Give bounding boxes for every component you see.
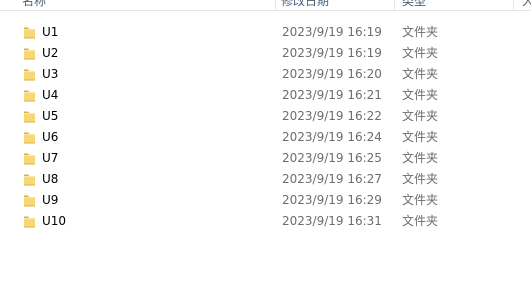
- folder-type: 文件夹: [402, 67, 439, 81]
- folder-date-modified: 2023/9/19 16:19: [282, 46, 382, 60]
- folder-name: U4: [42, 88, 59, 102]
- folder-type: 文件夹: [402, 130, 439, 144]
- folder-date-modified: 2023/9/19 16:25: [282, 151, 382, 165]
- column-divider[interactable]: [275, 0, 276, 10]
- folder-type: 文件夹: [402, 109, 439, 123]
- folder-row[interactable]: U2 2023/9/19 16:19 文件夹: [0, 43, 531, 64]
- folder-row[interactable]: U1 2023/9/19 16:19 文件夹: [0, 22, 531, 43]
- folder-icon: [23, 109, 37, 124]
- column-divider[interactable]: [513, 0, 514, 10]
- folder-list: U1 2023/9/19 16:19 文件夹 U2 2023/9/19 16:1…: [0, 22, 531, 232]
- folder-name: U5: [42, 109, 59, 123]
- column-header-bar: 名称 修改日期 类型 大: [0, 0, 531, 11]
- folder-row[interactable]: U5 2023/9/19 16:22 文件夹: [0, 106, 531, 127]
- folder-row[interactable]: U9 2023/9/19 16:29 文件夹: [0, 190, 531, 211]
- column-header-type[interactable]: 类型: [402, 0, 426, 10]
- folder-date-modified: 2023/9/19 16:31: [282, 214, 382, 228]
- folder-name: U8: [42, 172, 59, 186]
- folder-icon: [23, 130, 37, 145]
- folder-date-modified: 2023/9/19 16:21: [282, 88, 382, 102]
- folder-icon: [23, 172, 37, 187]
- folder-date-modified: 2023/9/19 16:29: [282, 193, 382, 207]
- folder-date-modified: 2023/9/19 16:22: [282, 109, 382, 123]
- folder-date-modified: 2023/9/19 16:19: [282, 25, 382, 39]
- folder-row[interactable]: U4 2023/9/19 16:21 文件夹: [0, 85, 531, 106]
- folder-type: 文件夹: [402, 193, 439, 207]
- folder-icon: [23, 46, 37, 61]
- column-header-date-modified[interactable]: 修改日期: [281, 0, 329, 10]
- folder-date-modified: 2023/9/19 16:27: [282, 172, 382, 186]
- folder-type: 文件夹: [402, 214, 439, 228]
- folder-icon: [23, 67, 37, 82]
- folder-icon: [23, 214, 37, 229]
- folder-date-modified: 2023/9/19 16:20: [282, 67, 382, 81]
- file-list-view: 名称 修改日期 类型 大 U1 2023/9/19 16:19 文件夹 U2 2…: [0, 0, 531, 290]
- folder-name: U6: [42, 130, 59, 144]
- folder-name: U1: [42, 25, 59, 39]
- folder-icon: [23, 25, 37, 40]
- folder-type: 文件夹: [402, 172, 439, 186]
- column-header-size[interactable]: 大: [522, 0, 531, 10]
- folder-date-modified: 2023/9/19 16:24: [282, 130, 382, 144]
- column-divider[interactable]: [394, 0, 395, 10]
- folder-icon: [23, 193, 37, 208]
- folder-row[interactable]: U7 2023/9/19 16:25 文件夹: [0, 148, 531, 169]
- folder-name: U10: [42, 214, 67, 228]
- folder-name: U7: [42, 151, 59, 165]
- folder-type: 文件夹: [402, 25, 439, 39]
- folder-row[interactable]: U8 2023/9/19 16:27 文件夹: [0, 169, 531, 190]
- folder-name: U2: [42, 46, 59, 60]
- folder-type: 文件夹: [402, 151, 439, 165]
- folder-icon: [23, 151, 37, 166]
- column-header-name[interactable]: 名称: [22, 0, 46, 10]
- folder-type: 文件夹: [402, 46, 439, 60]
- folder-type: 文件夹: [402, 88, 439, 102]
- folder-name: U9: [42, 193, 59, 207]
- folder-name: U3: [42, 67, 59, 81]
- folder-icon: [23, 88, 37, 103]
- folder-row[interactable]: U10 2023/9/19 16:31 文件夹: [0, 211, 531, 232]
- folder-row[interactable]: U6 2023/9/19 16:24 文件夹: [0, 127, 531, 148]
- folder-row[interactable]: U3 2023/9/19 16:20 文件夹: [0, 64, 531, 85]
